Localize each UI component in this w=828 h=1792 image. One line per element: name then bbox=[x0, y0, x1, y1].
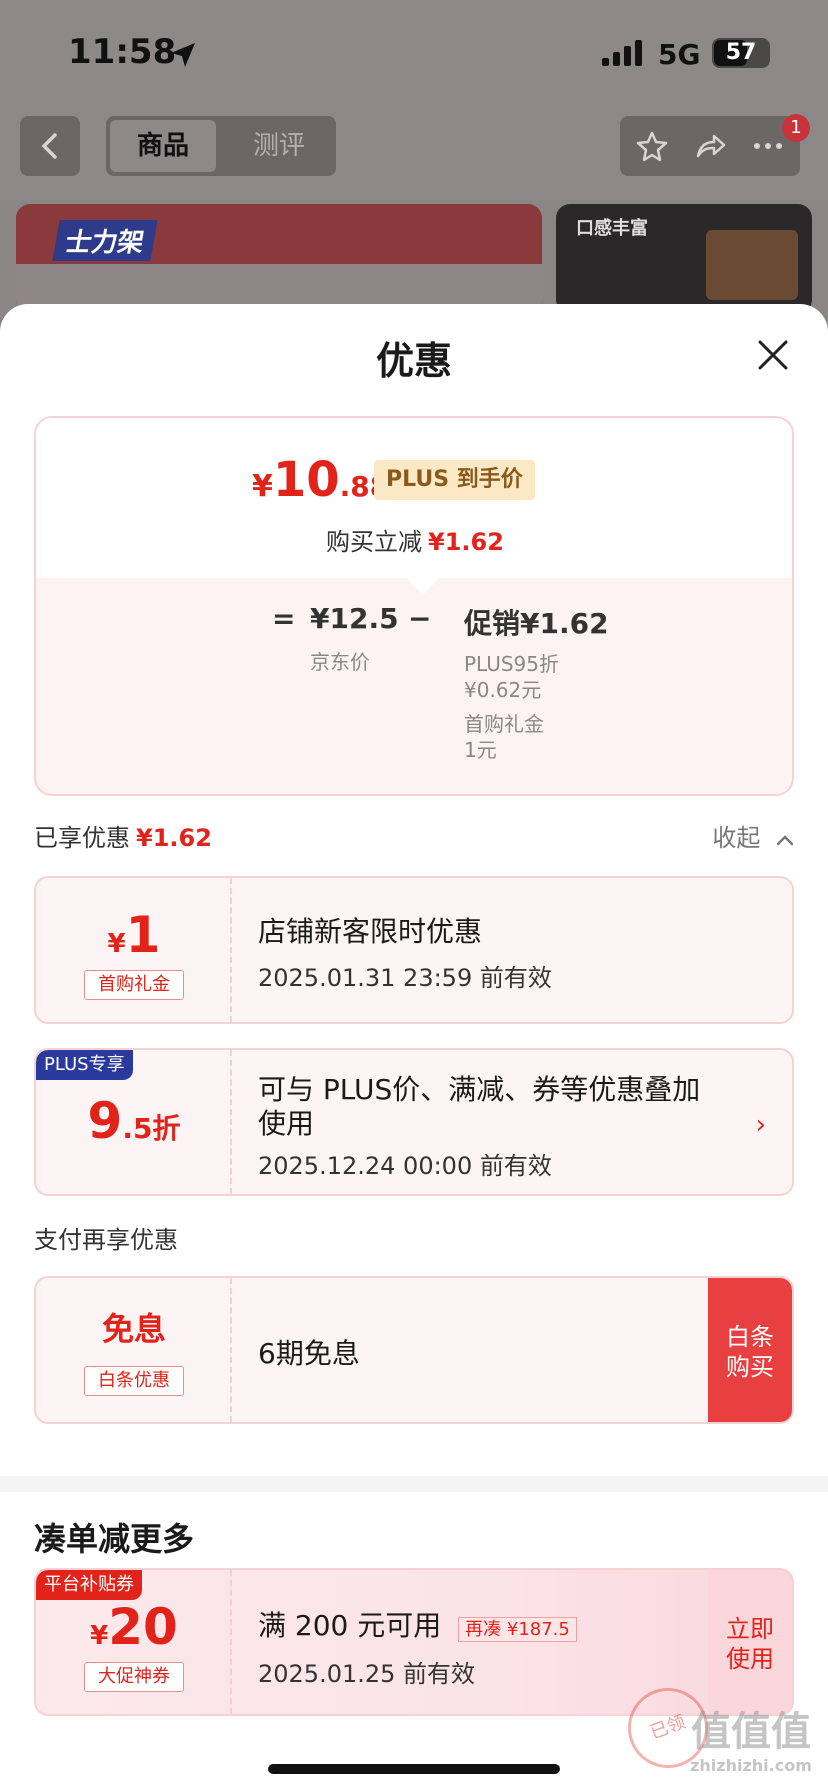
coupon-title-line1: 可与 PLUS价、满减、券等优惠叠加 bbox=[258, 1073, 701, 1106]
enjoyed-row: 已享优惠 ¥1.62 收起 bbox=[34, 818, 794, 858]
status-bar: 11:58 5G 57 bbox=[0, 0, 828, 100]
product-banner: 士力架 bbox=[16, 204, 542, 314]
product-image bbox=[706, 230, 798, 300]
battery-icon: 57 bbox=[712, 38, 770, 68]
plus-price-tag: PLUS 到手价 bbox=[374, 460, 535, 500]
new-customer-coupon[interactable]: ¥1 首购礼金 店铺新客限时优惠 2025.01.31 23:59 前有效 bbox=[34, 876, 794, 1024]
close-icon[interactable] bbox=[756, 338, 790, 372]
home-indicator[interactable] bbox=[268, 1764, 560, 1774]
notification-badge: 1 bbox=[782, 114, 810, 142]
coupon-validity: 2025.01.31 23:59 前有效 bbox=[258, 964, 552, 992]
coupon-tag: 大促神券 bbox=[84, 1662, 184, 1692]
watermark: 值值值 zhizhizhi.com bbox=[690, 1709, 812, 1775]
share-icon[interactable] bbox=[694, 130, 726, 162]
promo-value: 促销¥1.62 bbox=[464, 607, 609, 640]
location-arrow-icon bbox=[171, 43, 195, 67]
payment-label: 支付再享优惠 bbox=[34, 1226, 178, 1254]
tab-group: 商品 测评 bbox=[106, 116, 336, 176]
chevron-right-icon: › bbox=[755, 1110, 766, 1140]
jd-price: ¥12.5 bbox=[310, 602, 399, 635]
battery-level: 57 bbox=[725, 40, 757, 65]
baitiao-coupon: 免息 白条优惠 6期免息 白条 购买 bbox=[34, 1276, 794, 1424]
baitiao-tag: 白条优惠 bbox=[84, 1366, 184, 1396]
more-icon[interactable] bbox=[752, 130, 784, 162]
back-button[interactable] bbox=[20, 116, 80, 176]
coupon-amount: ¥20 bbox=[90, 1598, 178, 1656]
payment-row: 支付再享优惠 bbox=[34, 1220, 794, 1260]
platform-subsidy-tag: 平台补贴券 bbox=[36, 1570, 142, 1600]
coupon-title-line2: 使用 bbox=[258, 1107, 315, 1140]
more-discount-title: 凑单减更多 bbox=[34, 1520, 195, 1558]
detail-plus-value: ¥0.62元 bbox=[464, 678, 542, 702]
remaining-amount: 再凑 ¥187.5 bbox=[458, 1617, 577, 1642]
coupon-validity: 2025.01.25 前有效 bbox=[258, 1660, 476, 1688]
enjoyed-label: 已享优惠 ¥1.62 bbox=[34, 824, 212, 852]
detail-gift-label: 首购礼金 bbox=[464, 712, 544, 736]
coupon-validity: 2025.12.24 00:00 前有效 bbox=[258, 1152, 552, 1180]
detail-plus-label: PLUS95折 bbox=[464, 652, 559, 676]
instant-discount: 购买立减 ¥1.62 bbox=[326, 528, 504, 556]
jd-price-label: 京东价 bbox=[310, 650, 370, 674]
detail-gift-value: 1元 bbox=[464, 738, 497, 762]
final-price: ¥10.88 bbox=[252, 452, 390, 508]
tab-review[interactable]: 测评 bbox=[226, 120, 332, 172]
network-label: 5G bbox=[658, 38, 701, 71]
coupon-tag: 首购礼金 bbox=[84, 970, 184, 1000]
use-now-button[interactable]: 立即 使用 bbox=[708, 1570, 792, 1714]
page-header: 商品 测评 bbox=[0, 100, 828, 200]
price-summary-card: ¥10.88 PLUS 到手价 购买立减 ¥1.62 = ¥12.5 − 促销¥1… bbox=[34, 416, 794, 796]
chevron-up-icon bbox=[776, 835, 794, 846]
product-thumbnail: 口感丰富 bbox=[556, 204, 812, 314]
collapse-button[interactable]: 收起 bbox=[712, 818, 794, 853]
coupon-amount: ¥1 bbox=[107, 906, 161, 964]
status-time: 11:58 bbox=[68, 32, 177, 72]
coupon-title: 店铺新客限时优惠 bbox=[258, 915, 483, 948]
interest-free-label: 免息 bbox=[101, 1310, 166, 1348]
plus-discount-coupon[interactable]: PLUS专享 9.5折 可与 PLUS价、满减、券等优惠叠加 使用 2025.1… bbox=[34, 1048, 794, 1196]
installment-title: 6期免息 bbox=[258, 1337, 360, 1370]
brand-logo: 士力架 bbox=[52, 220, 158, 261]
sheet-title: 优惠 bbox=[375, 339, 452, 383]
back-icon bbox=[41, 133, 57, 159]
coupon-condition: 满 200 元可用 再凑 ¥187.5 bbox=[258, 1604, 577, 1644]
baitiao-buy-button[interactable]: 白条 购买 bbox=[708, 1278, 792, 1422]
plus-exclusive-tag: PLUS专享 bbox=[36, 1050, 133, 1080]
tab-product[interactable]: 商品 bbox=[110, 120, 216, 172]
action-group bbox=[620, 116, 800, 176]
signal-icon bbox=[602, 40, 642, 66]
discount-sheet: 优惠 ¥10.88 PLUS 到手价 购买立减 ¥1.62 = ¥12.5 − 促… bbox=[0, 304, 828, 1792]
thumb-caption: 口感丰富 bbox=[576, 218, 648, 239]
discount-amount: 9.5折 bbox=[87, 1092, 181, 1150]
star-icon[interactable] bbox=[636, 130, 668, 162]
